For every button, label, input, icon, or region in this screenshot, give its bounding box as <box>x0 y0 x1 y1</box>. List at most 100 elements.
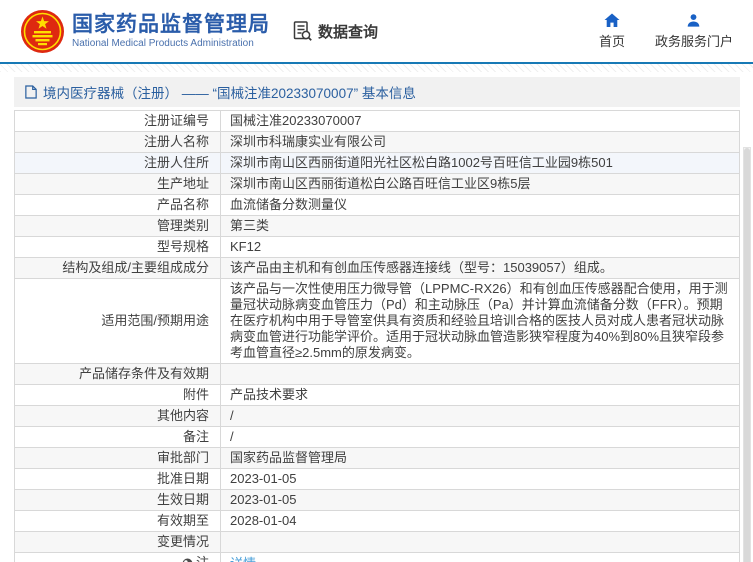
table-row: 其他内容 / <box>14 405 740 427</box>
row-label: 注 <box>14 552 221 562</box>
site-title: 国家药品监督管理局 <box>72 13 270 36</box>
row-value: 该产品由主机和有创血压传感器连接线（型号：15039057）组成。 <box>220 257 740 279</box>
row-label-text: 注册人住所 <box>143 155 209 170</box>
row-value: 血流储备分数测量仪 <box>220 194 740 216</box>
table-row: 型号规格 KF12 <box>14 236 740 258</box>
row-label-text: 产品储存条件及有效期 <box>78 366 209 381</box>
row-label-text: 其他内容 <box>156 408 209 423</box>
row-label: 产品名称 <box>14 194 221 216</box>
row-value: 产品技术要求 <box>220 384 740 406</box>
row-value <box>220 363 740 385</box>
table-row: 管理类别 第三类 <box>14 215 740 237</box>
row-label: 生产地址 <box>14 173 221 195</box>
scrollbar-thumb[interactable] <box>744 148 750 562</box>
table-row: 批准日期 2023-01-05 <box>14 468 740 490</box>
row-label-text: 产品名称 <box>156 197 209 212</box>
table-row: 注册人名称 深圳市科瑞康实业有限公司 <box>14 131 740 153</box>
row-value: KF12 <box>220 236 740 258</box>
hatch-strip <box>0 64 753 72</box>
table-row: 产品名称 血流储备分数测量仪 <box>14 194 740 216</box>
row-value: 国家药品监督管理局 <box>220 447 740 469</box>
row-label-text: 有效期至 <box>156 513 209 528</box>
row-label: 批准日期 <box>14 468 221 490</box>
row-value <box>220 531 740 553</box>
row-label: 生效日期 <box>14 489 221 511</box>
table-row: 适用范围/预期用途 该产品与一次性使用压力微导管（LPPMC-RX26）和有创血… <box>14 278 740 364</box>
row-value: 深圳市南山区西丽街道阳光社区松白路1002号百旺信工业园9栋501 <box>220 152 740 174</box>
user-icon <box>686 13 701 28</box>
table-row: 结构及组成/主要组成成分 该产品由主机和有创血压传感器连接线（型号：150390… <box>14 257 740 279</box>
nav-gov-portal[interactable]: 政务服务门户 <box>655 13 733 50</box>
row-value: 详情 <box>220 552 740 562</box>
row-label-text: 型号规格 <box>156 239 209 254</box>
page: 国家药品监督管理局 National Medical Products Admi… <box>0 0 753 562</box>
table-row: 审批部门 国家药品监督管理局 <box>14 447 740 469</box>
data-query-nav[interactable]: 数据查询 <box>292 20 378 42</box>
site-subtitle: National Medical Products Administration <box>72 38 254 49</box>
document-search-icon <box>292 20 313 42</box>
row-label-text: 适用范围/预期用途 <box>101 313 209 328</box>
row-label-text: 审批部门 <box>156 450 209 465</box>
row-label-text: 附件 <box>182 387 209 402</box>
main-content: 境内医疗器械（注册） —— “国械注准20233070007” 基本信息 注册证… <box>0 72 753 562</box>
row-value: / <box>220 426 740 448</box>
row-label-text: 结构及组成/主要组成成分 <box>62 260 209 275</box>
breadcrumb: 境内医疗器械（注册） —— “国械注准20233070007” 基本信息 <box>14 77 740 107</box>
nmpa-logo[interactable]: 国家药品监督管理局 National Medical Products Admi… <box>20 9 270 54</box>
breadcrumb-text: 境内医疗器械（注册） —— “国械注准20233070007” 基本信息 <box>43 86 416 101</box>
row-label: 注册人名称 <box>14 131 221 153</box>
document-icon <box>25 85 37 99</box>
nav-home-label: 首页 <box>598 33 625 49</box>
table-row: 产品储存条件及有效期 <box>14 363 740 385</box>
row-value: 该产品与一次性使用压力微导管（LPPMC-RX26）和有创血压传感器配合使用，用… <box>220 278 740 364</box>
row-label: 有效期至 <box>14 510 221 532</box>
row-label: 附件 <box>14 384 221 406</box>
row-value: 第三类 <box>220 215 740 237</box>
nav-gov-portal-label: 政务服务门户 <box>654 33 733 49</box>
row-label-text: 生产地址 <box>156 176 209 191</box>
data-query-label: 数据查询 <box>318 23 379 41</box>
row-label-text: 生效日期 <box>156 492 209 507</box>
site-header: 国家药品监督管理局 National Medical Products Admi… <box>0 0 753 62</box>
row-value: 2023-01-05 <box>220 489 740 511</box>
row-label-text: 注册证编号 <box>143 113 209 128</box>
row-label-text: 管理类别 <box>156 218 209 233</box>
table-row: 有效期至 2028-01-04 <box>14 510 740 532</box>
home-icon <box>604 13 620 28</box>
row-label-text: 注册人名称 <box>143 134 209 149</box>
table-row: 注册证编号 国械注准20233070007 <box>14 110 740 132</box>
table-row: 变更情况 <box>14 531 740 553</box>
row-value: 2028-01-04 <box>220 510 740 532</box>
vertical-scrollbar[interactable] <box>743 147 751 562</box>
row-label: 其他内容 <box>14 405 221 427</box>
row-value: / <box>220 405 740 427</box>
row-label-text: 注 <box>196 555 209 562</box>
detail-link[interactable]: 详情 <box>230 556 256 562</box>
info-table: 注册证编号 国械注准20233070007 注册人名称 深圳市科瑞康实业有限公司… <box>14 110 740 562</box>
row-label: 注册人住所 <box>14 152 221 174</box>
row-label: 注册证编号 <box>14 110 221 132</box>
row-value: 深圳市科瑞康实业有限公司 <box>220 131 740 153</box>
info-table-body: 注册证编号 国械注准20233070007 注册人名称 深圳市科瑞康实业有限公司… <box>14 110 740 562</box>
row-label: 变更情况 <box>14 531 221 553</box>
row-value: 2023-01-05 <box>220 468 740 490</box>
table-row: 生产地址 深圳市南山区西丽街道松白公路百旺信工业区9栋5层 <box>14 173 740 195</box>
china-national-emblem-icon <box>20 9 65 54</box>
row-label: 结构及组成/主要组成成分 <box>14 257 221 279</box>
row-value: 国械注准20233070007 <box>220 110 740 132</box>
top-nav: 首页 政务服务门户 <box>599 13 739 50</box>
table-row: 生效日期 2023-01-05 <box>14 489 740 511</box>
logo-text: 国家药品监督管理局 National Medical Products Admi… <box>72 12 270 50</box>
row-label-text: 批准日期 <box>156 471 209 486</box>
row-label: 管理类别 <box>14 215 221 237</box>
row-label: 备注 <box>14 426 221 448</box>
row-label-text: 备注 <box>182 429 209 444</box>
table-row: 注 详情 <box>14 552 740 562</box>
row-label: 适用范围/预期用途 <box>14 278 221 364</box>
note-icon <box>182 558 193 562</box>
row-value: 深圳市南山区西丽街道松白公路百旺信工业区9栋5层 <box>220 173 740 195</box>
table-row: 附件 产品技术要求 <box>14 384 740 406</box>
row-label: 型号规格 <box>14 236 221 258</box>
nav-home[interactable]: 首页 <box>599 13 625 50</box>
row-label-text: 变更情况 <box>156 534 209 549</box>
